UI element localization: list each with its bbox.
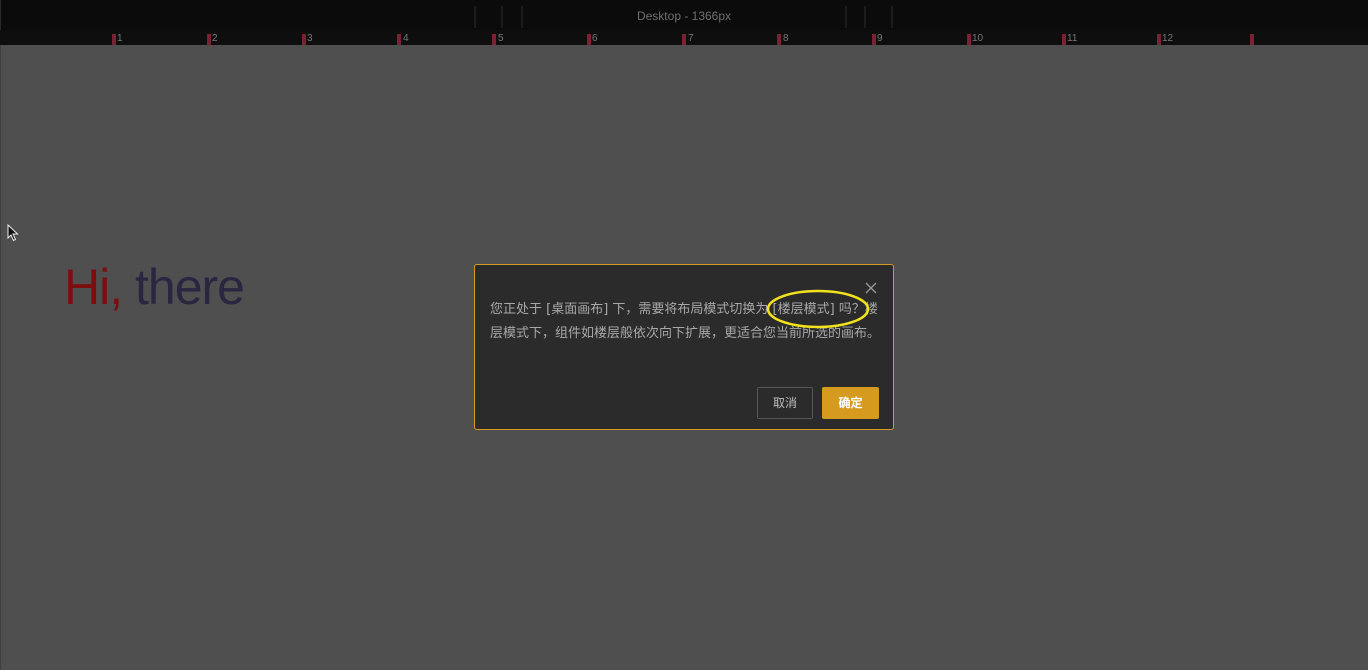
confirm-button[interactable]: 确定: [822, 387, 879, 419]
ruler-mark: [1250, 34, 1254, 45]
layout-mode-dialog: 您正处于 [桌面画布] 下，需要将布局模式切换为 [楼层模式] 吗？楼层模式下，…: [474, 264, 894, 430]
ruler-mark: [397, 34, 401, 45]
ruler-mark: [587, 34, 591, 45]
cancel-button[interactable]: 取消: [757, 387, 813, 419]
ruler-label: 8: [783, 33, 789, 44]
ruler-mark: [492, 34, 496, 45]
ruler-mark: [777, 34, 781, 45]
ruler-label: 6: [592, 33, 598, 44]
ruler-mark: [967, 34, 971, 45]
ruler-mark: [1062, 34, 1066, 45]
dialog-message: 您正处于 [桌面画布] 下，需要将布局模式切换为 [楼层模式] 吗？楼层模式下，…: [490, 302, 881, 341]
ruler-mark: [682, 34, 686, 45]
ruler-label: 7: [688, 33, 694, 44]
ruler-mark: [872, 34, 876, 45]
ruler-label: 4: [403, 33, 409, 44]
hero-text-hi: Hi,: [64, 259, 123, 315]
ruler-label: 9: [877, 33, 883, 44]
ruler-label: 1: [117, 33, 123, 44]
ruler-mark: [207, 34, 211, 45]
ruler-mark: [302, 34, 306, 45]
close-icon[interactable]: [865, 282, 877, 294]
ruler-label: 5: [498, 33, 504, 44]
ruler-mark: [112, 34, 116, 45]
hero-text[interactable]: Hi, there: [64, 258, 245, 316]
ruler-mark: [1157, 34, 1161, 45]
device-toolbar: Desktop - 1366px: [0, 0, 1368, 31]
ruler-label: 12: [1162, 33, 1174, 44]
ruler-label: 10: [972, 33, 984, 44]
hero-text-there: there: [135, 259, 245, 315]
column-ruler: 1 2 3 4 5 6 7 8 9 10 11 12: [0, 30, 1368, 45]
mouse-cursor-icon: [7, 224, 19, 242]
ruler-label: 11: [1067, 33, 1078, 44]
ruler-label: 3: [307, 33, 313, 44]
device-size-label: Desktop - 1366px: [636, 9, 732, 23]
ruler-label: 2: [212, 33, 218, 44]
